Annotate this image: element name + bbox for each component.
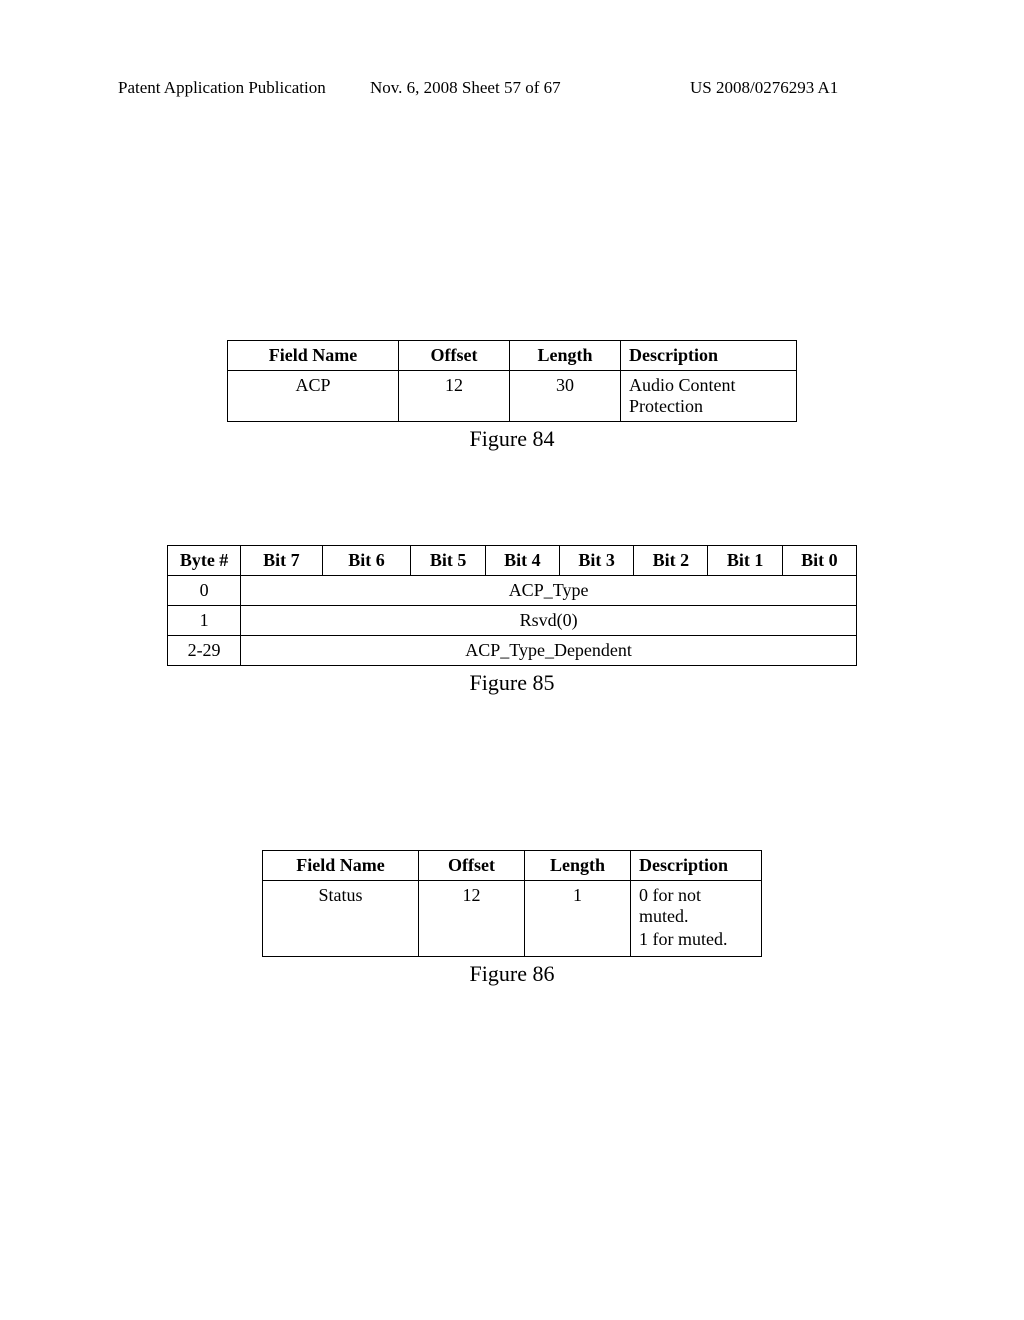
table-header-row: Field Name Offset Length Description <box>263 851 762 881</box>
col-length: Length <box>510 341 621 371</box>
col-description: Description <box>631 851 762 881</box>
cell-byte: 1 <box>168 606 241 636</box>
table-header-row: Field Name Offset Length Description <box>228 341 797 371</box>
col-byte: Byte # <box>168 546 241 576</box>
figure-84: Field Name Offset Length Description ACP… <box>0 340 1024 452</box>
col-bit6: Bit 6 <box>322 546 411 576</box>
table-row: Status 12 1 0 for not muted. 1 for muted… <box>263 881 762 957</box>
cell-field-name: Status <box>263 881 419 957</box>
col-bit0: Bit 0 <box>782 546 856 576</box>
cell-span: ACP_Type_Dependent <box>241 636 857 666</box>
col-bit4: Bit 4 <box>485 546 559 576</box>
figure-84-table: Field Name Offset Length Description ACP… <box>227 340 797 422</box>
table-row: 0 ACP_Type <box>168 576 857 606</box>
desc-line-2: 1 for muted. <box>639 929 751 952</box>
figure-85: Byte # Bit 7 Bit 6 Bit 5 Bit 4 Bit 3 Bit… <box>0 545 1024 696</box>
figure-84-caption: Figure 84 <box>0 426 1024 452</box>
table-row: 2-29 ACP_Type_Dependent <box>168 636 857 666</box>
figure-85-table: Byte # Bit 7 Bit 6 Bit 5 Bit 4 Bit 3 Bit… <box>167 545 857 666</box>
cell-length: 30 <box>510 371 621 422</box>
table-row: 1 Rsvd(0) <box>168 606 857 636</box>
cell-length: 1 <box>525 881 631 957</box>
cell-offset: 12 <box>419 881 525 957</box>
figure-85-caption: Figure 85 <box>0 670 1024 696</box>
cell-byte: 0 <box>168 576 241 606</box>
table-header-row: Byte # Bit 7 Bit 6 Bit 5 Bit 4 Bit 3 Bit… <box>168 546 857 576</box>
col-length: Length <box>525 851 631 881</box>
col-bit1: Bit 1 <box>708 546 782 576</box>
cell-offset: 12 <box>399 371 510 422</box>
header-right: US 2008/0276293 A1 <box>690 78 838 98</box>
col-bit3: Bit 3 <box>559 546 633 576</box>
col-description: Description <box>621 341 797 371</box>
cell-byte: 2-29 <box>168 636 241 666</box>
cell-field-name: ACP <box>228 371 399 422</box>
header-center: Nov. 6, 2008 Sheet 57 of 67 <box>370 78 561 98</box>
cell-description: 0 for not muted. 1 for muted. <box>631 881 762 957</box>
table-row: ACP 12 30 Audio Content Protection <box>228 371 797 422</box>
col-bit2: Bit 2 <box>634 546 708 576</box>
cell-span: Rsvd(0) <box>241 606 857 636</box>
figure-86-caption: Figure 86 <box>0 961 1024 987</box>
col-bit7: Bit 7 <box>241 546 323 576</box>
col-field-name: Field Name <box>263 851 419 881</box>
figure-86: Field Name Offset Length Description Sta… <box>0 850 1024 987</box>
figure-86-table: Field Name Offset Length Description Sta… <box>262 850 762 957</box>
cell-description: Audio Content Protection <box>621 371 797 422</box>
col-field-name: Field Name <box>228 341 399 371</box>
col-offset: Offset <box>419 851 525 881</box>
col-offset: Offset <box>399 341 510 371</box>
cell-span: ACP_Type <box>241 576 857 606</box>
col-bit5: Bit 5 <box>411 546 485 576</box>
header-left: Patent Application Publication <box>118 78 326 98</box>
desc-line-1: 0 for not muted. <box>639 885 751 929</box>
